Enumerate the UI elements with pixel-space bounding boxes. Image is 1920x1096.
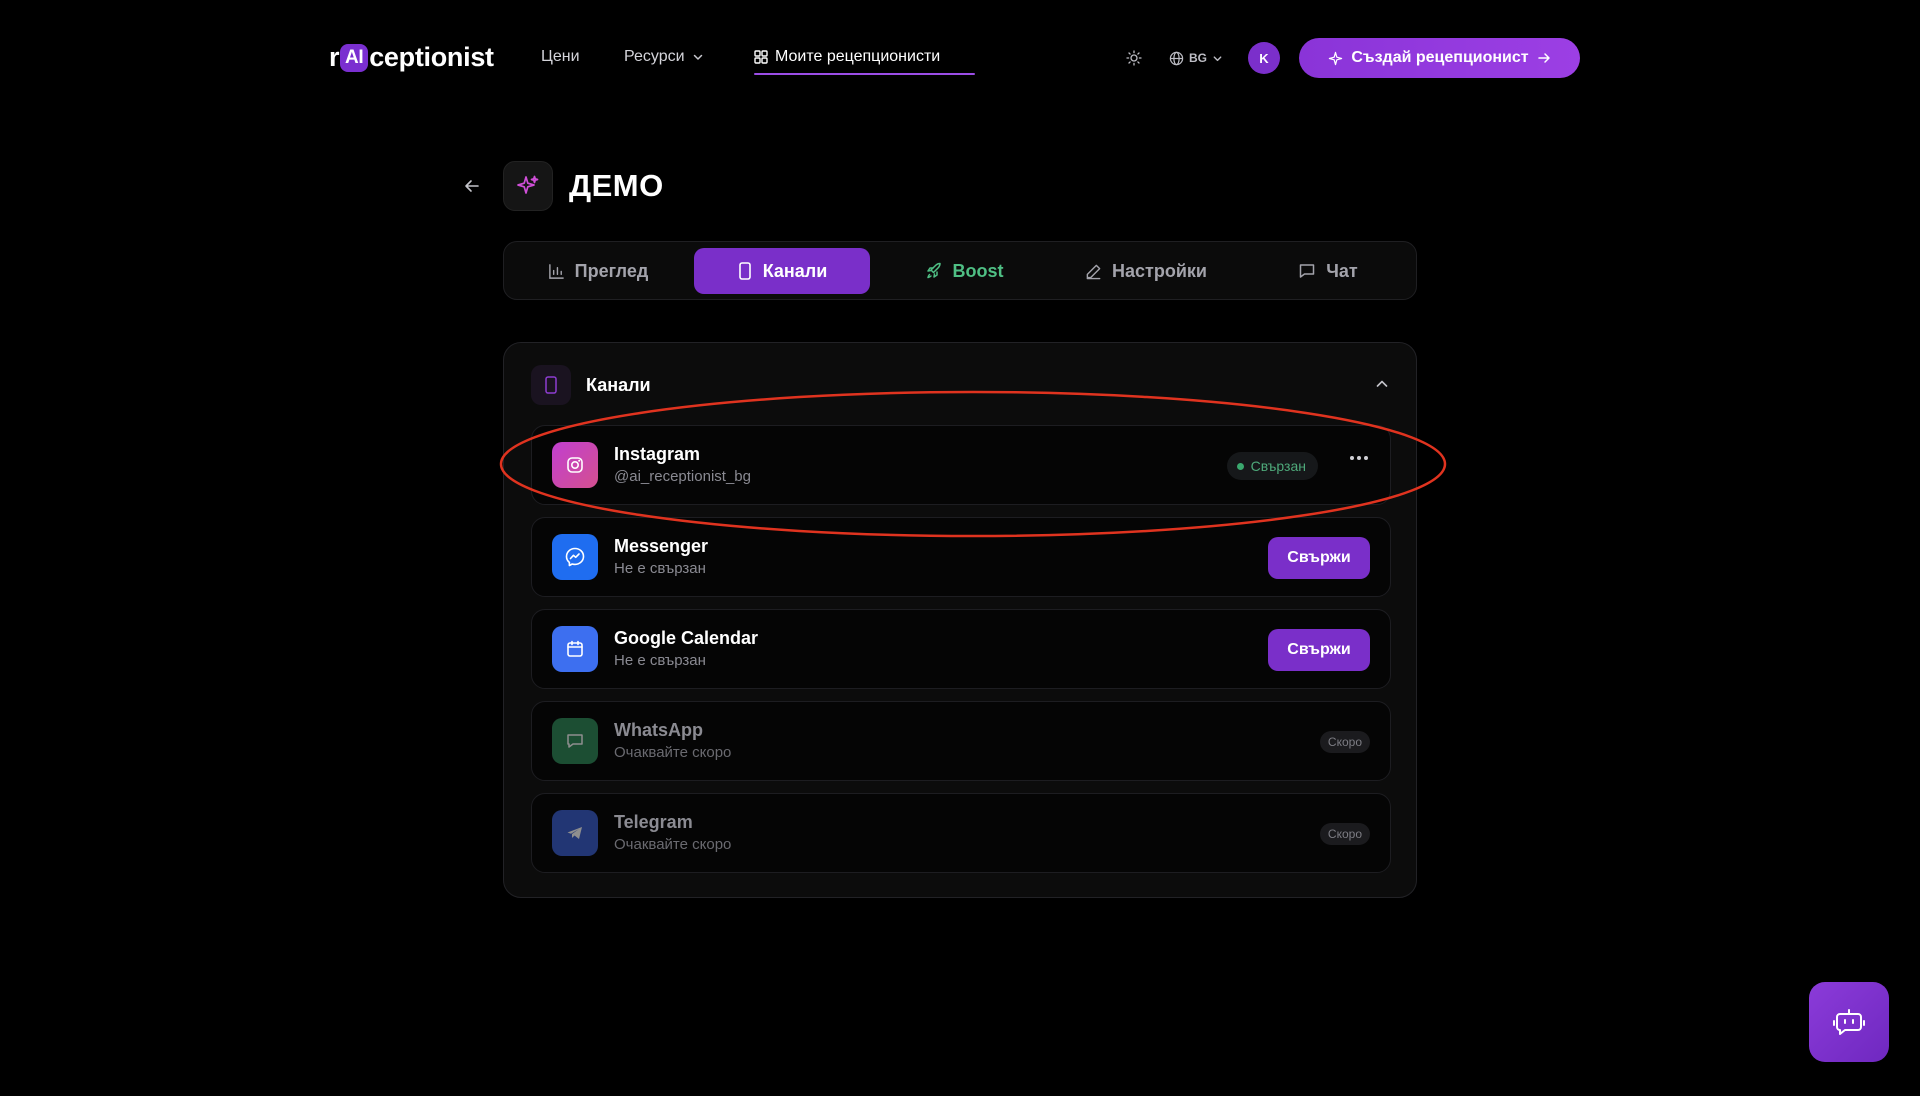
- tab-channels-label: Канали: [762, 260, 828, 281]
- sparkles-icon: [517, 175, 539, 194]
- tab-settings[interactable]: Настройки: [1058, 248, 1234, 294]
- more-dot: [1357, 456, 1361, 460]
- channel-name: Google Calendar: [614, 628, 759, 648]
- channel-row-instagram[interactable]: Instagram @ai_receptionist_bg Свързан: [531, 425, 1391, 505]
- nav-pricing[interactable]: Цени: [541, 48, 580, 66]
- chat-bubble-icon: [1300, 264, 1315, 278]
- language-label: BG: [1189, 51, 1207, 65]
- channel-handle: @ai_receptionist_bg: [614, 468, 751, 485]
- nav-active-underline: [754, 73, 975, 75]
- telegram-icon: [552, 810, 598, 856]
- nav-my-receptionists-label: Моите рецепционисти: [775, 48, 941, 65]
- channels-title: Канали: [586, 375, 651, 395]
- theme-toggle[interactable]: [1125, 49, 1143, 67]
- tab-bar: Преглед Канали Boost Настройки Чат: [503, 241, 1417, 300]
- whatsapp-glyph: [567, 734, 583, 748]
- arrow-left-icon: [465, 180, 479, 192]
- more-dot: [1350, 456, 1354, 460]
- sun-icon: [1126, 50, 1142, 66]
- logo-text-pre: r: [329, 41, 340, 72]
- coming-soon-badge: Скоро: [1319, 823, 1370, 845]
- nav-my-receptionists[interactable]: Моите рецепционисти: [754, 48, 940, 66]
- connect-button[interactable]: Свържи: [1268, 629, 1370, 671]
- channel-name: Instagram: [614, 444, 701, 464]
- globe-icon: [1169, 51, 1184, 65]
- calendar-icon: [552, 626, 598, 672]
- channel-status-text: Очаквайте скоро: [614, 744, 732, 761]
- channel-row-whatsapp: WhatsApp Очаквайте скоро Скоро: [531, 701, 1391, 781]
- back-button[interactable]: [462, 176, 482, 196]
- nav-resources-label: Ресурси: [624, 48, 685, 65]
- channel-row-messenger: Messenger Не е свързан Свържи: [531, 517, 1391, 597]
- channel-status-text: Не е свързан: [614, 652, 706, 669]
- tab-settings-label: Настройки: [1112, 260, 1207, 281]
- more-options-button[interactable]: [1350, 456, 1368, 460]
- chevron-down-icon: [693, 54, 702, 60]
- tab-overview[interactable]: Преглед: [510, 248, 686, 294]
- receptionist-icon: [503, 161, 553, 211]
- calendar-glyph: [567, 640, 583, 657]
- nav-resources[interactable]: Ресурси: [624, 48, 704, 66]
- avatar-initial: K: [1259, 50, 1269, 66]
- logo[interactable]: r AI ceptionist: [329, 40, 494, 74]
- channel-row-telegram: Telegram Очаквайте скоро Скоро: [531, 793, 1391, 873]
- nav-pricing-label: Цени: [541, 48, 580, 65]
- bot-icon: [1833, 1009, 1865, 1035]
- tab-chat[interactable]: Чат: [1240, 248, 1416, 294]
- pencil-icon: [1086, 264, 1101, 279]
- chevron-down-icon: [1213, 55, 1222, 61]
- grid-icon: [754, 50, 768, 64]
- channels-card: Канали Instagram @ai_receptionist_bg Свъ…: [503, 342, 1417, 898]
- smartphone-icon: [738, 262, 751, 280]
- status-dot: [1236, 462, 1244, 470]
- logo-ai-badge: AI: [340, 44, 369, 72]
- channel-name: Messenger: [614, 536, 709, 556]
- chevron-up-icon: [1376, 380, 1388, 387]
- more-dot: [1364, 456, 1368, 460]
- tab-overview-label: Преглед: [574, 260, 649, 281]
- status-label: Свързан: [1250, 458, 1306, 474]
- collapse-button[interactable]: [1374, 376, 1390, 397]
- messenger-icon: [552, 534, 598, 580]
- connect-button[interactable]: Свържи: [1268, 537, 1370, 579]
- page-title: ДЕМО: [569, 168, 664, 203]
- channel-name: WhatsApp: [614, 720, 703, 740]
- instagram-glyph: [567, 457, 583, 473]
- tab-chat-label: Чат: [1326, 260, 1358, 281]
- tab-boost-label: Boost: [952, 260, 1004, 281]
- channels-header-icon: [531, 365, 571, 405]
- messenger-glyph: [565, 547, 585, 567]
- channel-status-text: Очаквайте скоро: [614, 836, 732, 853]
- rocket-icon: [926, 262, 941, 279]
- create-receptionist-button[interactable]: Създай рецепционист: [1299, 38, 1580, 78]
- bar-chart-icon: [548, 263, 564, 279]
- coming-soon-badge: Скоро: [1319, 731, 1370, 753]
- chat-bot-button[interactable]: [1809, 982, 1889, 1062]
- status-badge: Свързан: [1226, 452, 1318, 480]
- sparkle-icon: [1329, 51, 1343, 65]
- channel-row-google-calendar: Google Calendar Не е свързан Свържи: [531, 609, 1391, 689]
- smartphone-icon: [545, 376, 557, 394]
- language-switcher[interactable]: BG: [1169, 47, 1223, 69]
- logo-text-post: ceptionist: [369, 41, 494, 72]
- tab-boost[interactable]: Boost: [876, 248, 1052, 294]
- channel-name: Telegram: [614, 812, 693, 832]
- avatar[interactable]: K: [1248, 42, 1280, 74]
- telegram-glyph: [567, 827, 582, 839]
- whatsapp-icon: [552, 718, 598, 764]
- arrow-right-icon: [1537, 53, 1550, 63]
- channel-status-text: Не е свързан: [614, 560, 706, 577]
- tab-channels[interactable]: Канали: [694, 248, 870, 294]
- create-receptionist-label: Създай рецепционист: [1351, 49, 1529, 66]
- instagram-icon: [552, 442, 598, 488]
